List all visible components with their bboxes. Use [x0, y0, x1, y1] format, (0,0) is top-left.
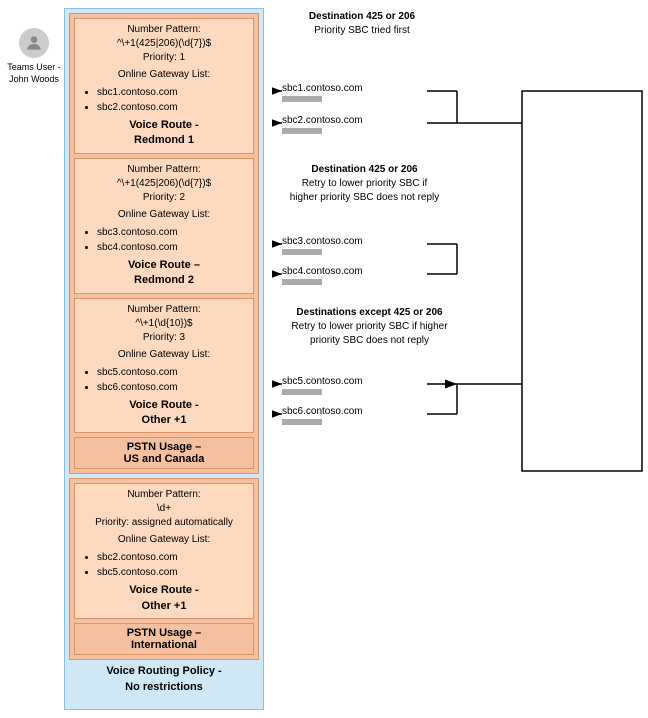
sbc2-label-top: sbc2.contoso.com — [282, 115, 363, 126]
pstn-label-international: PSTN Usage –International — [74, 623, 254, 655]
voice-route-other1: Number Pattern:^\+1(\d{10})$Priority: 3 … — [74, 298, 254, 434]
gateway-item: sbc5.contoso.com — [97, 565, 249, 580]
annotation-text-3a: Destinations except 425 or 206 — [296, 307, 442, 318]
pstn-usage-international: Number Pattern:\d+Priority: assigned aut… — [69, 478, 259, 660]
sbc6-item: sbc6.contoso.com — [282, 406, 363, 425]
sbc2-bar-top — [282, 128, 322, 134]
gateway-item: sbc1.contoso.com — [97, 85, 249, 100]
sbc3-bar — [282, 249, 322, 255]
sbc1-item: sbc1.contoso.com — [282, 83, 363, 102]
gateway-list-label-2: Online Gateway List: — [79, 208, 249, 222]
gateway-item: sbc2.contoso.com — [97, 550, 249, 565]
user-label: Teams User - John Woods — [4, 62, 64, 85]
voice-route-intl: Number Pattern:\d+Priority: assigned aut… — [74, 483, 254, 619]
sbc1-bar — [282, 96, 322, 102]
voice-route-title-4: Voice Route -Other +1 — [79, 583, 249, 614]
voice-route-redmond2: Number Pattern:^\+1(425|206)(\d{7})$Prio… — [74, 158, 254, 294]
voice-route-title-3: Voice Route -Other +1 — [79, 398, 249, 429]
pstn-label-us-canada: PSTN Usage –US and Canada — [74, 437, 254, 469]
gateway-list-4: sbc2.contoso.com sbc5.contoso.com — [87, 550, 249, 580]
diagram-area: Destination 425 or 206 Priority SBC trie… — [272, 8, 644, 710]
sbc5-item: sbc5.contoso.com — [282, 376, 363, 395]
sbc4-bar — [282, 279, 322, 285]
gateway-item: sbc5.contoso.com — [97, 365, 249, 380]
annotation-1: Destination 425 or 206 Priority SBC trie… — [282, 10, 442, 38]
main-container: Teams User - John Woods Number Pattern:^… — [0, 0, 648, 718]
sbc4-label: sbc4.contoso.com — [282, 266, 363, 277]
sbc5-bar — [282, 389, 322, 395]
gateway-list-2: sbc3.contoso.com sbc4.contoso.com — [87, 225, 249, 255]
annotation-text-1: Destination 425 or 206 — [309, 11, 415, 22]
gateway-item: sbc2.contoso.com — [97, 100, 249, 115]
annotation-3: Destinations except 425 or 206 Retry to … — [277, 306, 462, 348]
gateway-list-label-3: Online Gateway List: — [79, 348, 249, 362]
arrows-svg — [272, 8, 644, 710]
voice-route-redmond1: Number Pattern:^\+1(425|206)(\d{7})$Prio… — [74, 18, 254, 154]
sbc2-item-top: sbc2.contoso.com — [282, 115, 363, 134]
policy-box: Number Pattern:^\+1(425|206)(\d{7})$Prio… — [64, 8, 264, 710]
gateway-list-label-1: Online Gateway List: — [79, 68, 249, 82]
annotation-text-3b: Retry to lower priority SBC if higherpri… — [291, 321, 447, 346]
sbc6-label: sbc6.contoso.com — [282, 406, 363, 417]
annotation-text-2b: Retry to lower priority SBC ifhigher pri… — [290, 178, 440, 203]
sbc3-item: sbc3.contoso.com — [282, 236, 363, 255]
sbc6-bar — [282, 419, 322, 425]
number-pattern-3: Number Pattern:^\+1(\d{10})$Priority: 3 — [79, 303, 249, 345]
annotation-text-2a: Destination 425 or 206 — [311, 164, 417, 175]
gateway-item: sbc3.contoso.com — [97, 225, 249, 240]
voice-route-title-2: Voice Route –Redmond 2 — [79, 258, 249, 289]
gateway-list-1: sbc1.contoso.com sbc2.contoso.com — [87, 85, 249, 115]
policy-label: Voice Routing Policy -No restrictions — [69, 664, 259, 695]
gateway-list-3: sbc5.contoso.com sbc6.contoso.com — [87, 365, 249, 395]
pstn-usage-us-canada: Number Pattern:^\+1(425|206)(\d{7})$Prio… — [69, 13, 259, 474]
sbc5-label: sbc5.contoso.com — [282, 376, 363, 387]
sbc4-item: sbc4.contoso.com — [282, 266, 363, 285]
gateway-list-label-4: Online Gateway List: — [79, 533, 249, 547]
number-pattern-4: Number Pattern:\d+Priority: assigned aut… — [79, 488, 249, 530]
gateway-item: sbc6.contoso.com — [97, 380, 249, 395]
annotation-text-1b: Priority SBC tried first — [314, 25, 410, 36]
gateway-item: sbc4.contoso.com — [97, 240, 249, 255]
sbc1-label: sbc1.contoso.com — [282, 83, 363, 94]
voice-route-title-1: Voice Route -Redmond 1 — [79, 118, 249, 149]
annotation-2: Destination 425 or 206 Retry to lower pr… — [277, 163, 452, 205]
number-pattern-1: Number Pattern:^\+1(425|206)(\d{7})$Prio… — [79, 23, 249, 65]
avatar — [19, 28, 49, 58]
sbc3-label: sbc3.contoso.com — [282, 236, 363, 247]
number-pattern-2: Number Pattern:^\+1(425|206)(\d{7})$Prio… — [79, 163, 249, 205]
user-column: Teams User - John Woods — [4, 8, 64, 710]
